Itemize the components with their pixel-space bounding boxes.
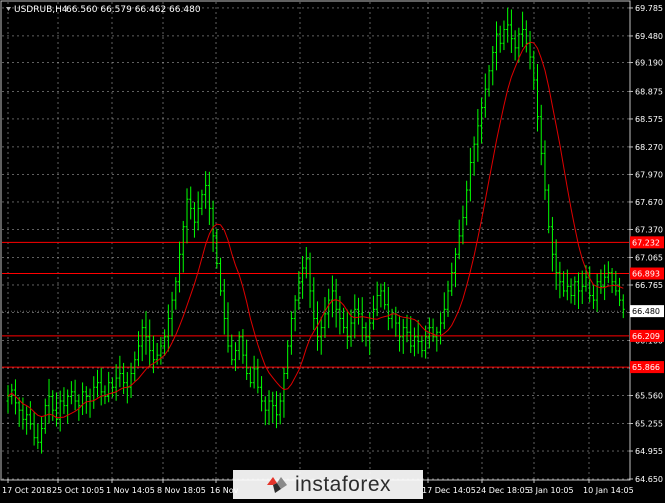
x-tick-label: 17 Oct 2018 xyxy=(2,486,51,495)
symbol-label: USDRUB,H4 xyxy=(14,5,68,15)
y-tick-label: 69.190 xyxy=(635,59,663,68)
y-tick-label: 64.650 xyxy=(635,475,663,484)
ohlc-values: 66.560 66.579 66.462 66.480 xyxy=(66,5,201,15)
y-tick-label: 68.575 xyxy=(635,115,663,124)
y-tick-label: 69.785 xyxy=(635,4,663,13)
chart-window[interactable]: 69.785 69.480 69.190 68.875 68.575 68.270 67.9… xyxy=(0,0,665,499)
y-tick-label: 68.270 xyxy=(635,143,663,152)
x-tick-label: 3 Jan 10:05 xyxy=(528,486,574,495)
y-tick-label: 67.370 xyxy=(635,225,663,234)
x-tick-label: 1 Nov 14:05 xyxy=(106,486,155,495)
level-price-label: 66.893 xyxy=(632,270,660,279)
level-price-label: 65.866 xyxy=(632,363,660,372)
level-price-label: 67.232 xyxy=(632,238,660,247)
instaforex-watermark: instaforex xyxy=(233,470,423,499)
y-tick-label: 65.255 xyxy=(635,420,663,429)
watermark-text: instaforex xyxy=(294,472,392,496)
x-tick-label: 8 Nov 18:05 xyxy=(157,486,206,495)
y-tick-label: 67.970 xyxy=(635,170,663,179)
instaforex-logo-icon xyxy=(266,476,287,493)
y-tick-label: 65.560 xyxy=(635,392,663,401)
y-tick-label: 64.955 xyxy=(635,447,663,456)
level-price-label: 66.209 xyxy=(632,332,660,341)
x-tick-label: 10 Jan 14:05 xyxy=(583,486,634,495)
price-chart[interactable]: 69.785 69.480 69.190 68.875 68.575 68.270 67.9… xyxy=(0,0,665,499)
y-tick-label: 67.065 xyxy=(635,253,663,262)
y-tick-label: 66.765 xyxy=(635,281,663,290)
y-tick-label: 67.670 xyxy=(635,198,663,207)
current-price-label: 66.480 xyxy=(632,307,660,316)
y-tick-label: 69.480 xyxy=(635,32,663,41)
x-tick-label: 24 Dec 18:05 xyxy=(476,486,530,495)
x-tick-label: 17 Dec 14:05 xyxy=(422,486,476,495)
x-tick-label: 25 Oct 10:05 xyxy=(52,486,104,495)
symbol-header: USDRUB,H4 66.560 66.579 66.462 66.480 xyxy=(6,5,201,15)
y-tick-label: 68.875 xyxy=(635,87,663,96)
